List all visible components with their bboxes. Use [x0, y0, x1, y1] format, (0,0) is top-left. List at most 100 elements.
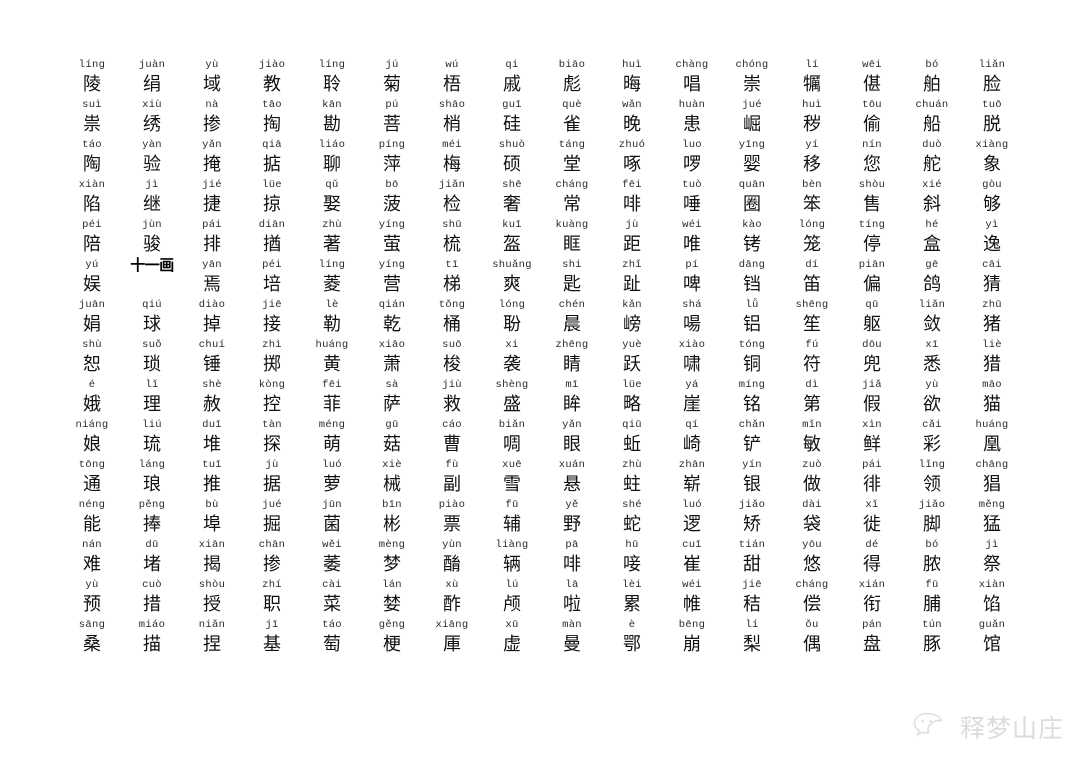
- character-cell: lóng 聁: [482, 298, 542, 338]
- character-cell: liú 琉: [122, 418, 182, 458]
- pinyin-label: guǎn: [978, 619, 1006, 631]
- character-cell: yōu 悠: [782, 538, 842, 578]
- pinyin-character-pair: piào 票: [422, 498, 482, 538]
- pinyin-character-pair: gū 菇: [362, 418, 422, 458]
- hanzi-character: 袋: [803, 514, 821, 535]
- character-cell: tián 甜: [722, 538, 782, 578]
- character-cell: diào 掉: [182, 298, 242, 338]
- pinyin-character-pair: kān 勘: [302, 98, 362, 138]
- pinyin-character-pair: duī 堆: [182, 418, 242, 458]
- hanzi-character: 彬: [383, 514, 401, 535]
- hanzi-character: 馅: [983, 594, 1001, 615]
- pinyin-label: zhù: [322, 219, 342, 231]
- pinyin-character-pair: huàn 患: [662, 98, 722, 138]
- pinyin-character-pair: wěi 萎: [302, 538, 362, 578]
- pinyin-character-pair: jù 据: [242, 458, 302, 498]
- pinyin-label: chān: [258, 539, 286, 551]
- pinyin-character-pair: xuán 悬: [542, 458, 602, 498]
- pinyin-character-pair: liú 琉: [122, 418, 182, 458]
- hanzi-character: 颅: [503, 594, 521, 615]
- pinyin-label: bèn: [802, 179, 822, 191]
- character-cell: luó 萝: [302, 458, 362, 498]
- pinyin-character-pair: bó 舶: [902, 58, 962, 98]
- pinyin-character-pair: zhān 崭: [662, 458, 722, 498]
- hanzi-character: 捷: [203, 194, 221, 215]
- hanzi-character: 崩: [683, 634, 701, 655]
- character-cell: cháng 常: [542, 178, 602, 218]
- pinyin-label: biāo: [558, 59, 586, 71]
- pinyin-label: huì: [622, 59, 642, 71]
- hanzi-character: 啺: [683, 314, 701, 335]
- hanzi-character: 矫: [743, 514, 761, 535]
- pinyin-character-pair: sāng 桑: [62, 618, 122, 658]
- pinyin-character-pair: jú 菊: [362, 58, 422, 98]
- hanzi-character: 琉: [143, 434, 161, 455]
- character-row: néng 能 pěng 捧 bù 埠 jué 掘 jūn 菌 bīn 彬 piào 票 fū 辅 yě 野 shé 蛇…: [62, 498, 1022, 538]
- hanzi-character: 敛: [923, 314, 941, 335]
- character-cell: pú 菩: [362, 98, 422, 138]
- pinyin-character-pair: tóng 铜: [722, 338, 782, 378]
- pinyin-label: xìn: [862, 419, 882, 431]
- pinyin-label: shi: [562, 259, 582, 271]
- character-cell: shèng 盛: [482, 378, 542, 418]
- character-cell: lóng 笼: [782, 218, 842, 258]
- hanzi-character: 萌: [323, 434, 341, 455]
- pinyin-character-pair: wēi 偡: [842, 58, 902, 98]
- pinyin-label: xī: [925, 339, 939, 351]
- pinyin-character-pair: lóng 笼: [782, 218, 842, 258]
- character-cell: xiān 揭: [182, 538, 242, 578]
- hanzi-character: 梭: [443, 354, 461, 375]
- hanzi-character: 菊: [383, 74, 401, 95]
- hanzi-character: 萍: [383, 154, 401, 175]
- character-cell: lèi 累: [602, 578, 662, 618]
- pinyin-character-pair: sà 萨: [362, 378, 422, 418]
- hanzi-character: 厙: [443, 634, 461, 655]
- hanzi-character: 崛: [743, 114, 761, 135]
- pinyin-character-pair: shē 奢: [482, 178, 542, 218]
- pinyin-label: dū: [145, 539, 159, 551]
- pinyin-character-pair: líng 陵: [62, 58, 122, 98]
- pinyin-character-pair: shū 梳: [422, 218, 482, 258]
- pinyin-label: lú: [505, 579, 519, 591]
- pinyin-character-pair: yě 野: [542, 498, 602, 538]
- hanzi-character: 梳: [443, 234, 461, 255]
- pinyin-character-pair: shāo 梢: [422, 98, 482, 138]
- character-cell: jūn 菌: [302, 498, 362, 538]
- pinyin-character-pair: jūn 菌: [302, 498, 362, 538]
- pinyin-label: jiǎ: [862, 379, 882, 391]
- pinyin-character-pair: lüe 略: [602, 378, 662, 418]
- pinyin-label: luó: [682, 499, 702, 511]
- hanzi-character: 晨: [563, 314, 581, 335]
- character-cell: kào 铐: [722, 218, 782, 258]
- pinyin-label: fēi: [322, 379, 342, 391]
- hanzi-character: 崔: [683, 554, 701, 575]
- hanzi-character: 绣: [143, 114, 161, 135]
- hanzi-character: 舵: [923, 154, 941, 175]
- hanzi-character: 萨: [383, 394, 401, 415]
- hanzi-character: 娥: [83, 394, 101, 415]
- hanzi-character: 勒: [323, 314, 341, 335]
- pinyin-label: cǎi: [922, 419, 942, 431]
- character-cell: yān 焉: [182, 258, 242, 298]
- character-cell: fū 辅: [482, 498, 542, 538]
- hanzi-character: 推: [203, 474, 221, 495]
- hanzi-character: 掺: [263, 554, 281, 575]
- pinyin-character-pair: lǚ 铝: [722, 298, 782, 338]
- character-cell: qū 躯: [842, 298, 902, 338]
- pinyin-label: yàn: [142, 139, 162, 151]
- character-cell: tíng 停: [842, 218, 902, 258]
- character-cell: yù 域: [182, 58, 242, 98]
- pinyin-character-pair: tuī 推: [182, 458, 242, 498]
- pinyin-character-pair: jiǎo 脚: [902, 498, 962, 538]
- hanzi-character: 验: [143, 154, 161, 175]
- character-cell: dí 笛: [782, 258, 842, 298]
- pinyin-label: liǎn: [918, 299, 946, 311]
- pinyin-label: guī: [502, 99, 522, 111]
- pinyin-label: mèng: [378, 539, 406, 551]
- character-cell: kuàng 眶: [542, 218, 602, 258]
- hanzi-character: 爽: [503, 274, 521, 295]
- pinyin-label: xiè: [382, 459, 402, 471]
- pinyin-character-pair: luó 逻: [662, 498, 722, 538]
- hanzi-character: 菱: [323, 274, 341, 295]
- pinyin-label: péi: [82, 219, 102, 231]
